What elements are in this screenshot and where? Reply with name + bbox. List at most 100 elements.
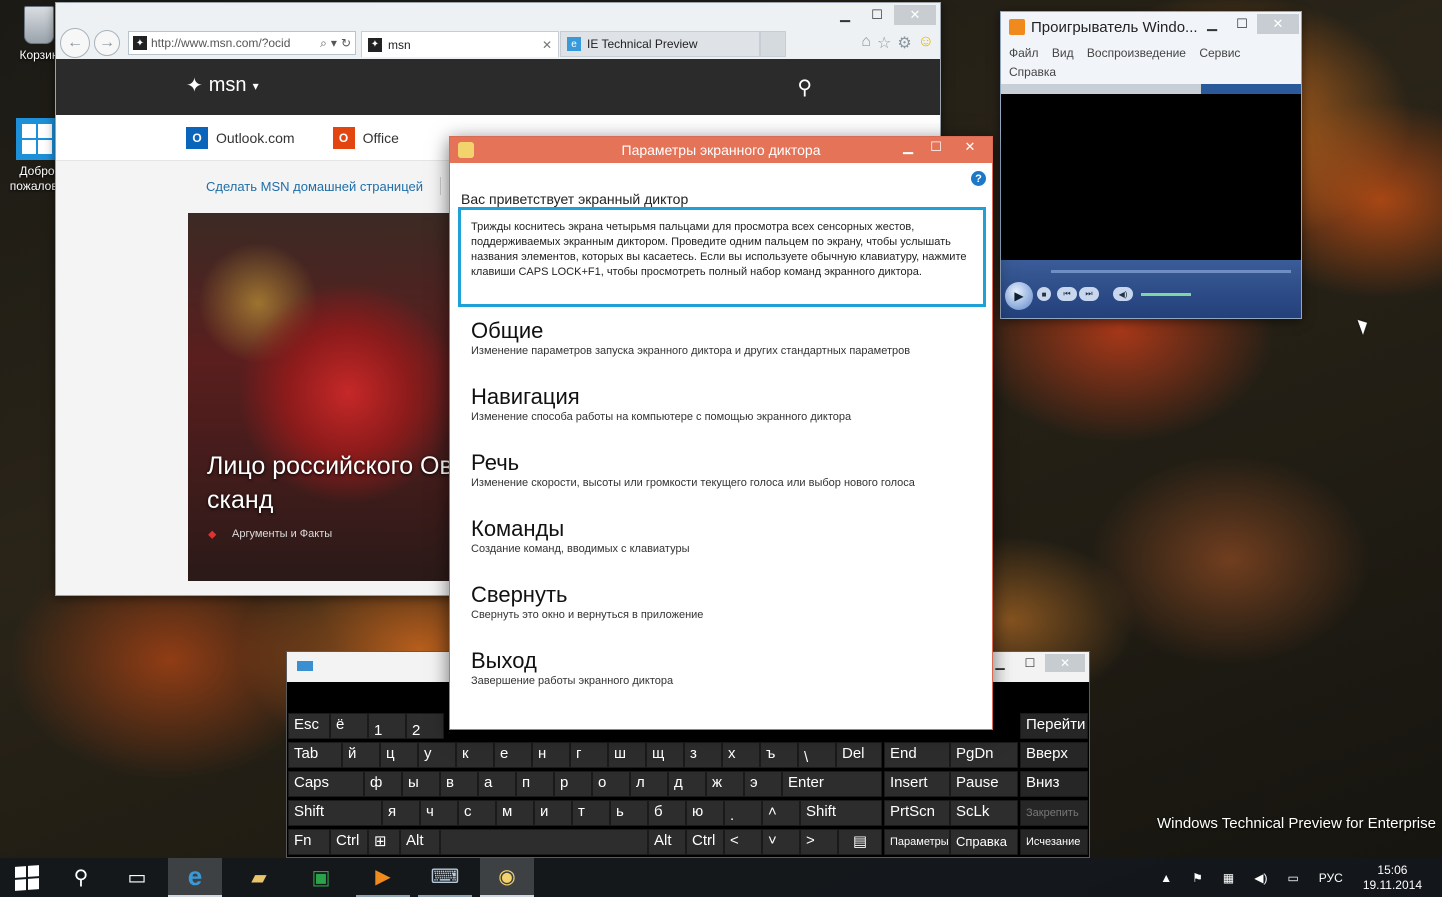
outlook-link[interactable]: O Outlook.com: [186, 126, 295, 149]
key-insert[interactable]: Insert: [884, 771, 950, 797]
key-э[interactable]: э: [744, 771, 782, 797]
key-end[interactable]: End: [884, 742, 950, 768]
office-link[interactable]: O Office: [332, 126, 399, 149]
dropdown-arrow-icon[interactable]: ▾: [331, 36, 337, 50]
menu-key-icon[interactable]: ▤: [838, 829, 882, 855]
home-icon[interactable]: ⌂: [861, 33, 871, 53]
key-enter[interactable]: Enter: [782, 771, 882, 797]
close-icon[interactable]: ✕: [950, 137, 990, 157]
flag-icon[interactable]: ⚑: [1192, 871, 1203, 885]
media-player-switch-bar[interactable]: [1001, 84, 1301, 94]
maximize-icon[interactable]: ☐: [922, 137, 950, 157]
key-ф[interactable]: ф: [364, 771, 402, 797]
key-alt-left[interactable]: Alt: [400, 829, 440, 855]
network-icon[interactable]: ▦: [1223, 871, 1234, 885]
key-pause[interactable]: Pause: [950, 771, 1018, 797]
narrator-taskbar-icon[interactable]: ◉: [480, 858, 534, 897]
key-я[interactable]: я: [382, 800, 420, 826]
key-dock[interactable]: Закрепить: [1020, 800, 1088, 826]
key-sclk[interactable]: ScLk: [950, 800, 1018, 826]
menu-playback[interactable]: Воспроизведение: [1087, 46, 1186, 60]
option-navigation[interactable]: Навигация Изменение способа работы на ко…: [471, 383, 851, 423]
key-page-down[interactable]: Вниз: [1020, 771, 1088, 797]
gear-icon[interactable]: ⚙: [897, 33, 911, 53]
key-page-up[interactable]: Вверх: [1020, 742, 1088, 768]
key-д[interactable]: д: [668, 771, 706, 797]
key-dot[interactable]: .: [724, 800, 762, 826]
maximize-icon[interactable]: ☐: [862, 5, 892, 25]
key-и[interactable]: и: [534, 800, 572, 826]
key-в[interactable]: в: [440, 771, 478, 797]
previous-icon[interactable]: ⏮: [1057, 287, 1077, 301]
key-shift-right[interactable]: Shift: [800, 800, 882, 826]
clock[interactable]: 15:06 19.11.2014: [1363, 863, 1422, 893]
new-tab-button[interactable]: [760, 31, 786, 57]
key-backslash[interactable]: \: [798, 742, 836, 768]
seek-bar[interactable]: [1051, 270, 1291, 273]
minimize-icon[interactable]: ▁: [1197, 14, 1227, 34]
key-т[interactable]: т: [572, 800, 610, 826]
key-с[interactable]: с: [458, 800, 496, 826]
menu-view[interactable]: Вид: [1052, 46, 1074, 60]
address-bar[interactable]: ✦ http://www.msn.com/?ocid ⌕ ▾ ↻: [128, 31, 356, 55]
key-esc[interactable]: Esc: [288, 713, 330, 739]
msn-logo[interactable]: ✦ msn ▾: [186, 73, 259, 98]
key-ы[interactable]: ы: [402, 771, 440, 797]
key-м[interactable]: м: [496, 800, 534, 826]
key-ю[interactable]: ю: [686, 800, 724, 826]
video-area[interactable]: [1001, 94, 1301, 260]
key-ctrl-left[interactable]: Ctrl: [330, 829, 368, 855]
tab-close-icon[interactable]: ✕: [542, 38, 552, 52]
key-fade[interactable]: Исчезание: [1020, 829, 1088, 855]
key-ж[interactable]: ж: [706, 771, 744, 797]
close-icon[interactable]: ✕: [894, 5, 936, 25]
key-yo[interactable]: ё: [330, 713, 368, 739]
key-2[interactable]: 2: [406, 713, 444, 739]
stop-icon[interactable]: ■: [1037, 287, 1051, 301]
key-о[interactable]: о: [592, 771, 630, 797]
help-icon[interactable]: ?: [971, 171, 986, 186]
option-general[interactable]: Общие Изменение параметров запуска экран…: [471, 317, 910, 357]
mute-icon[interactable]: ◀): [1113, 287, 1133, 301]
key-options[interactable]: Параметры: [884, 829, 950, 855]
search-icon[interactable]: ⚲: [797, 75, 812, 100]
key-right-arrow[interactable]: >: [800, 829, 838, 855]
store-icon[interactable]: ▣: [294, 858, 348, 897]
key-go[interactable]: Перейти: [1020, 713, 1088, 739]
key-б[interactable]: б: [648, 800, 686, 826]
search-icon[interactable]: ⚲: [54, 858, 108, 897]
back-arrow-icon[interactable]: ←: [60, 28, 90, 58]
language-indicator[interactable]: РУС: [1319, 871, 1343, 885]
key-р[interactable]: р: [554, 771, 592, 797]
key-г[interactable]: г: [570, 742, 608, 768]
key-prtscn[interactable]: PrtScn: [884, 800, 950, 826]
menu-help[interactable]: Справка: [1009, 65, 1056, 79]
task-view-icon[interactable]: ▭: [110, 858, 164, 897]
option-exit[interactable]: Выход Завершение работы экранного диктор…: [471, 647, 673, 687]
key-ц[interactable]: ц: [380, 742, 418, 768]
key-з[interactable]: з: [684, 742, 722, 768]
volume-slider[interactable]: [1141, 293, 1191, 296]
start-button[interactable]: [0, 858, 54, 897]
on-screen-keyboard-taskbar-icon[interactable]: ⌨: [418, 858, 472, 897]
key-left-arrow[interactable]: <: [724, 829, 762, 855]
menu-tools[interactable]: Сервис: [1199, 46, 1240, 60]
key-alt-right[interactable]: Alt: [648, 829, 686, 855]
key-space[interactable]: [440, 829, 648, 855]
search-icon[interactable]: ⌕: [320, 36, 327, 51]
smiley-feedback-icon[interactable]: ☺: [918, 33, 934, 53]
key-down-arrow[interactable]: ˅: [762, 829, 800, 855]
tab-msn[interactable]: ✦ msn ✕: [361, 31, 559, 57]
media-player-taskbar-icon[interactable]: ▶: [356, 858, 410, 897]
key-у[interactable]: у: [418, 742, 456, 768]
key-up-arrow[interactable]: ˄: [762, 800, 800, 826]
key-ctrl-right[interactable]: Ctrl: [686, 829, 724, 855]
key-ш[interactable]: ш: [608, 742, 646, 768]
key-е[interactable]: е: [494, 742, 532, 768]
close-icon[interactable]: ✕: [1045, 654, 1085, 672]
key-ъ[interactable]: ъ: [760, 742, 798, 768]
forward-arrow-icon[interactable]: →: [94, 30, 120, 56]
key-й[interactable]: й: [342, 742, 380, 768]
close-icon[interactable]: ✕: [1257, 14, 1299, 34]
maximize-icon[interactable]: ☐: [1015, 654, 1045, 672]
